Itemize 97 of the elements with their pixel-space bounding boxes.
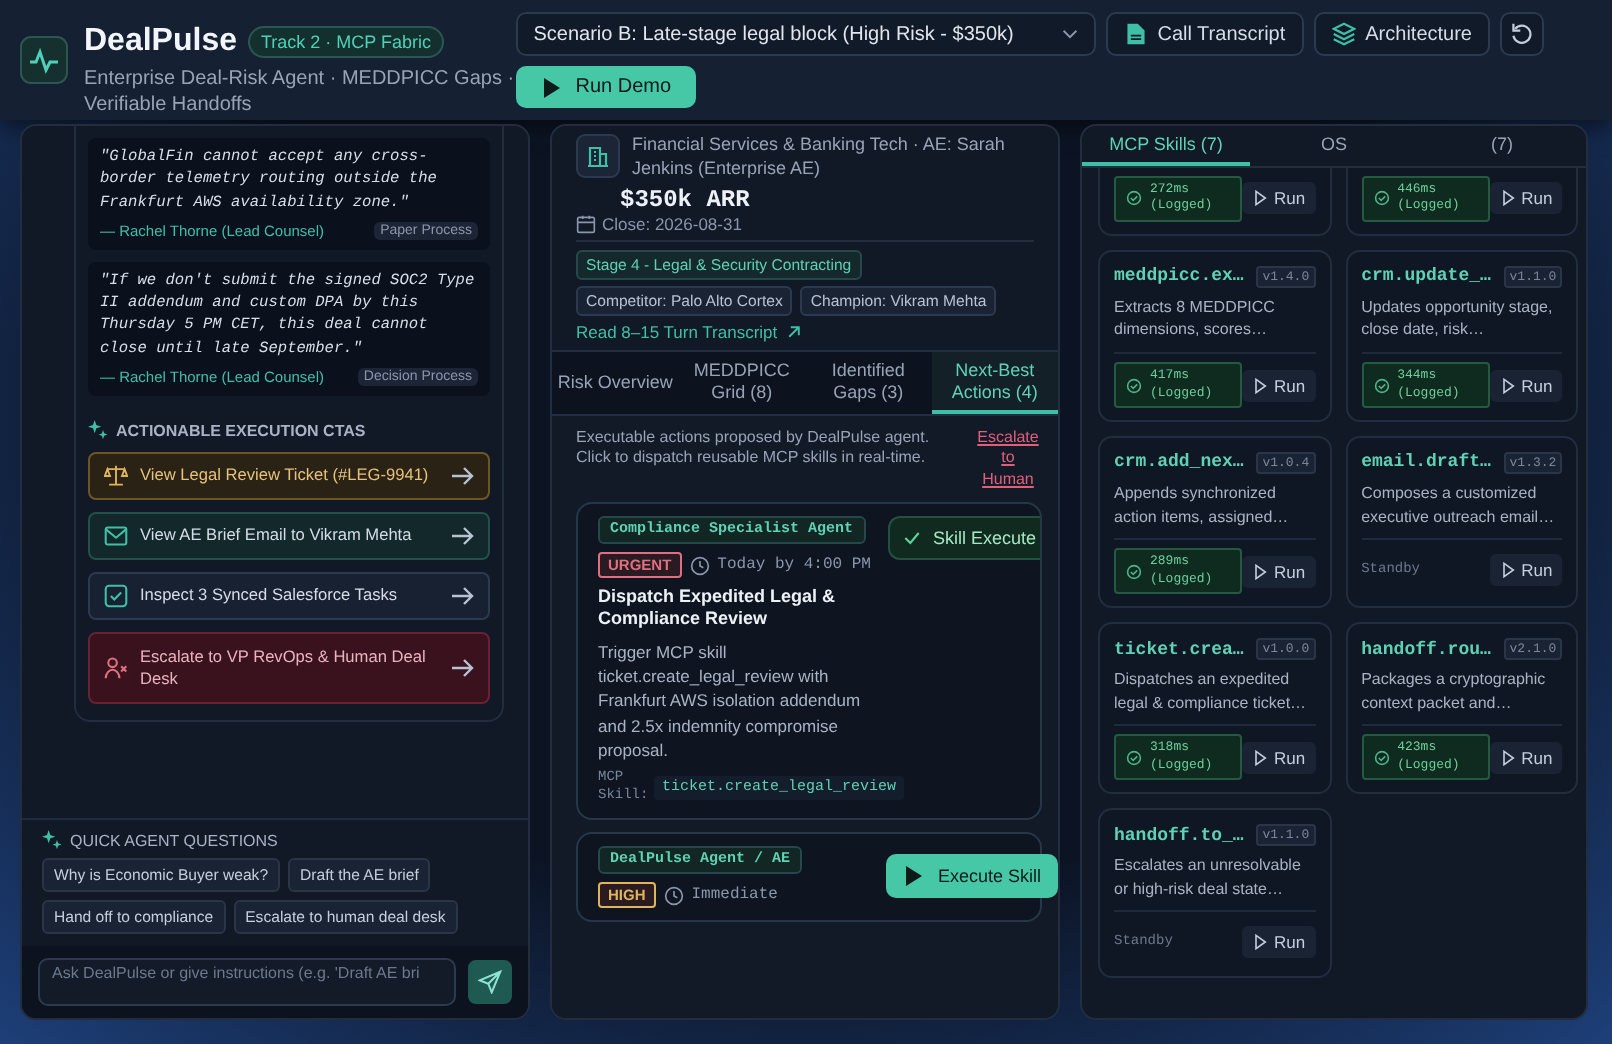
call-transcript-button[interactable]: Call Transcript [1105, 12, 1304, 56]
skill-description: Extracts 8 MEDDPICC dimensions, scores… [1114, 295, 1316, 355]
play-icon [1499, 562, 1516, 579]
transcript-link[interactable]: Read 8–15 Turn Transcript [576, 322, 1034, 343]
arrow-right-icon [450, 656, 474, 681]
due-time: Today by 4:00 PM [717, 556, 871, 575]
calendar-icon [576, 214, 596, 235]
cta-button[interactable]: Inspect 3 Synced Salesforce Tasks [88, 572, 490, 621]
run-button[interactable]: Run [1242, 926, 1316, 959]
skill-name: handoff.to_… [1114, 825, 1244, 846]
actions-intro: Executable actions proposed by DealPulse agent. Click to dispatch reusable MCP skills in real-time. [576, 427, 932, 470]
deal-tab[interactable]: Risk Overview [552, 352, 679, 414]
pulse-logo-icon [20, 36, 68, 84]
skills-tab[interactable]: (7) [1418, 126, 1586, 166]
check-circle-icon [1373, 377, 1390, 393]
skill-description: Packages a cryptographic context packet and… [1361, 668, 1563, 727]
sparkle-icon [42, 830, 62, 850]
deal-tab[interactable]: MEDDPICC Grid (8) [678, 352, 805, 414]
arrow-right-icon [450, 464, 474, 489]
deal-subtitle: Financial Services & Banking Tech · AE: Sarah Jenkins (Enterprise AE) [632, 134, 1007, 181]
skill-name: handoff.rou… [1361, 639, 1491, 659]
user-x-icon [104, 656, 128, 681]
escalate-link[interactable]: Escalate to Human [974, 427, 1042, 491]
section-title: ACTIONABLE EXECUTION CTAS [116, 421, 366, 440]
architecture-button[interactable]: Architecture [1313, 12, 1490, 56]
skill-name: ticket.crea… [1114, 639, 1244, 659]
sparkle-icon [88, 420, 108, 441]
refresh-button[interactable] [1500, 12, 1544, 56]
app-title: DealPulse [84, 24, 237, 60]
skill-name: crm.add_nex… [1114, 452, 1244, 473]
play-icon [1252, 563, 1268, 580]
check-circle-icon [1373, 190, 1390, 207]
skill-description: Dispatches an expedited legal & compliance ticket… [1114, 668, 1316, 727]
cta-button[interactable]: View AE Brief Email to Vikram Mehta [88, 512, 490, 561]
skill-description: Updates opportunity stage, close date, risk… [1361, 295, 1563, 355]
track-badge: Track 2 · MCP Fabric [248, 26, 443, 58]
clock-icon [663, 885, 684, 906]
action-description: Trigger MCP skill ticket.create_legal_review with Frankfurt AWS isolation addendum and 2.5x indemnity compromise proposal. [598, 639, 863, 763]
play-icon [1252, 377, 1268, 393]
run-button[interactable]: Run [1242, 369, 1316, 401]
action-title: Dispatch Expedited Legal & Compliance Review [598, 586, 838, 632]
send-button[interactable] [468, 960, 512, 1004]
deal-tab[interactable]: Next-Best Actions (4) [931, 352, 1058, 414]
run-button[interactable]: Run [1242, 182, 1316, 215]
play-icon [902, 864, 926, 889]
due-time: Immediate [691, 886, 778, 905]
play-icon [1252, 190, 1268, 207]
send-icon [478, 970, 502, 994]
clock-icon [689, 555, 710, 576]
play-icon [539, 75, 564, 99]
scenario-select[interactable]: Scenario B: Late-stage legal block (High Risk - $350k) [515, 12, 1096, 56]
cta-button[interactable]: Escalate to VP RevOps & Human Deal Desk [88, 632, 490, 705]
check-icon [902, 528, 923, 549]
run-button[interactable]: Run [1489, 741, 1563, 774]
deal-arr: $350k ARR [618, 186, 752, 215]
check-circle-icon [1126, 749, 1142, 766]
checkbox-icon [104, 584, 128, 609]
scales-icon [104, 464, 128, 489]
run-button[interactable]: Run [1489, 182, 1563, 215]
run-button[interactable]: Run [1489, 554, 1563, 587]
deal-tab[interactable]: Identified Gaps (3) [805, 352, 932, 414]
close-date: Close: 2026-08-31 [602, 214, 742, 235]
app-subtitle: Enterprise Deal-Risk Agent · MEDDPICC Gaps · Verifiable Handoffs [84, 66, 516, 118]
run-button[interactable]: Run [1489, 369, 1563, 401]
building-icon [576, 134, 620, 178]
skill-executed-status: Skill Execute [888, 516, 1040, 561]
check-circle-icon [1126, 563, 1142, 580]
play-icon [1499, 377, 1516, 393]
arrow-right-icon [450, 584, 474, 609]
section-title: QUICK AGENT QUESTIONS [70, 831, 278, 849]
external-link-icon [785, 324, 802, 341]
check-circle-icon [1126, 190, 1142, 207]
chat-input[interactable]: Ask DealPulse or give instructions (e.g. 'Draft AE bri [38, 958, 456, 1006]
chevron-down-icon [1061, 28, 1078, 40]
run-button[interactable]: Run [1242, 555, 1316, 588]
cta-button[interactable]: View Legal Review Ticket (#LEG-9941) [88, 452, 490, 501]
skills-tab[interactable]: OS [1250, 126, 1418, 166]
run-demo-button[interactable]: Run Demo [515, 66, 696, 108]
skill-description: Escalates an unresolvable or high-risk deal state… [1114, 854, 1316, 913]
play-icon [1252, 934, 1268, 951]
play-icon [1252, 749, 1268, 766]
skill-description: Appends synchronized action items, assigned… [1114, 481, 1316, 541]
skill-name: email.draft… [1361, 452, 1491, 473]
execute-skill-button[interactable]: Execute Skill [886, 854, 1058, 899]
check-circle-icon [1126, 377, 1142, 393]
layers-icon [1331, 22, 1356, 46]
arrow-right-icon [450, 524, 474, 549]
play-icon [1499, 190, 1516, 207]
play-icon [1499, 749, 1516, 766]
run-button[interactable]: Run [1242, 741, 1316, 774]
refresh-icon [1510, 22, 1534, 46]
mail-icon [104, 524, 128, 549]
check-circle-icon [1373, 749, 1390, 766]
skill-description: Composes a customized executive outreach email… [1361, 481, 1563, 541]
skill-name: meddpicc.ex… [1114, 266, 1244, 287]
document-icon [1123, 22, 1148, 46]
skill-name: crm.update_… [1361, 266, 1491, 287]
